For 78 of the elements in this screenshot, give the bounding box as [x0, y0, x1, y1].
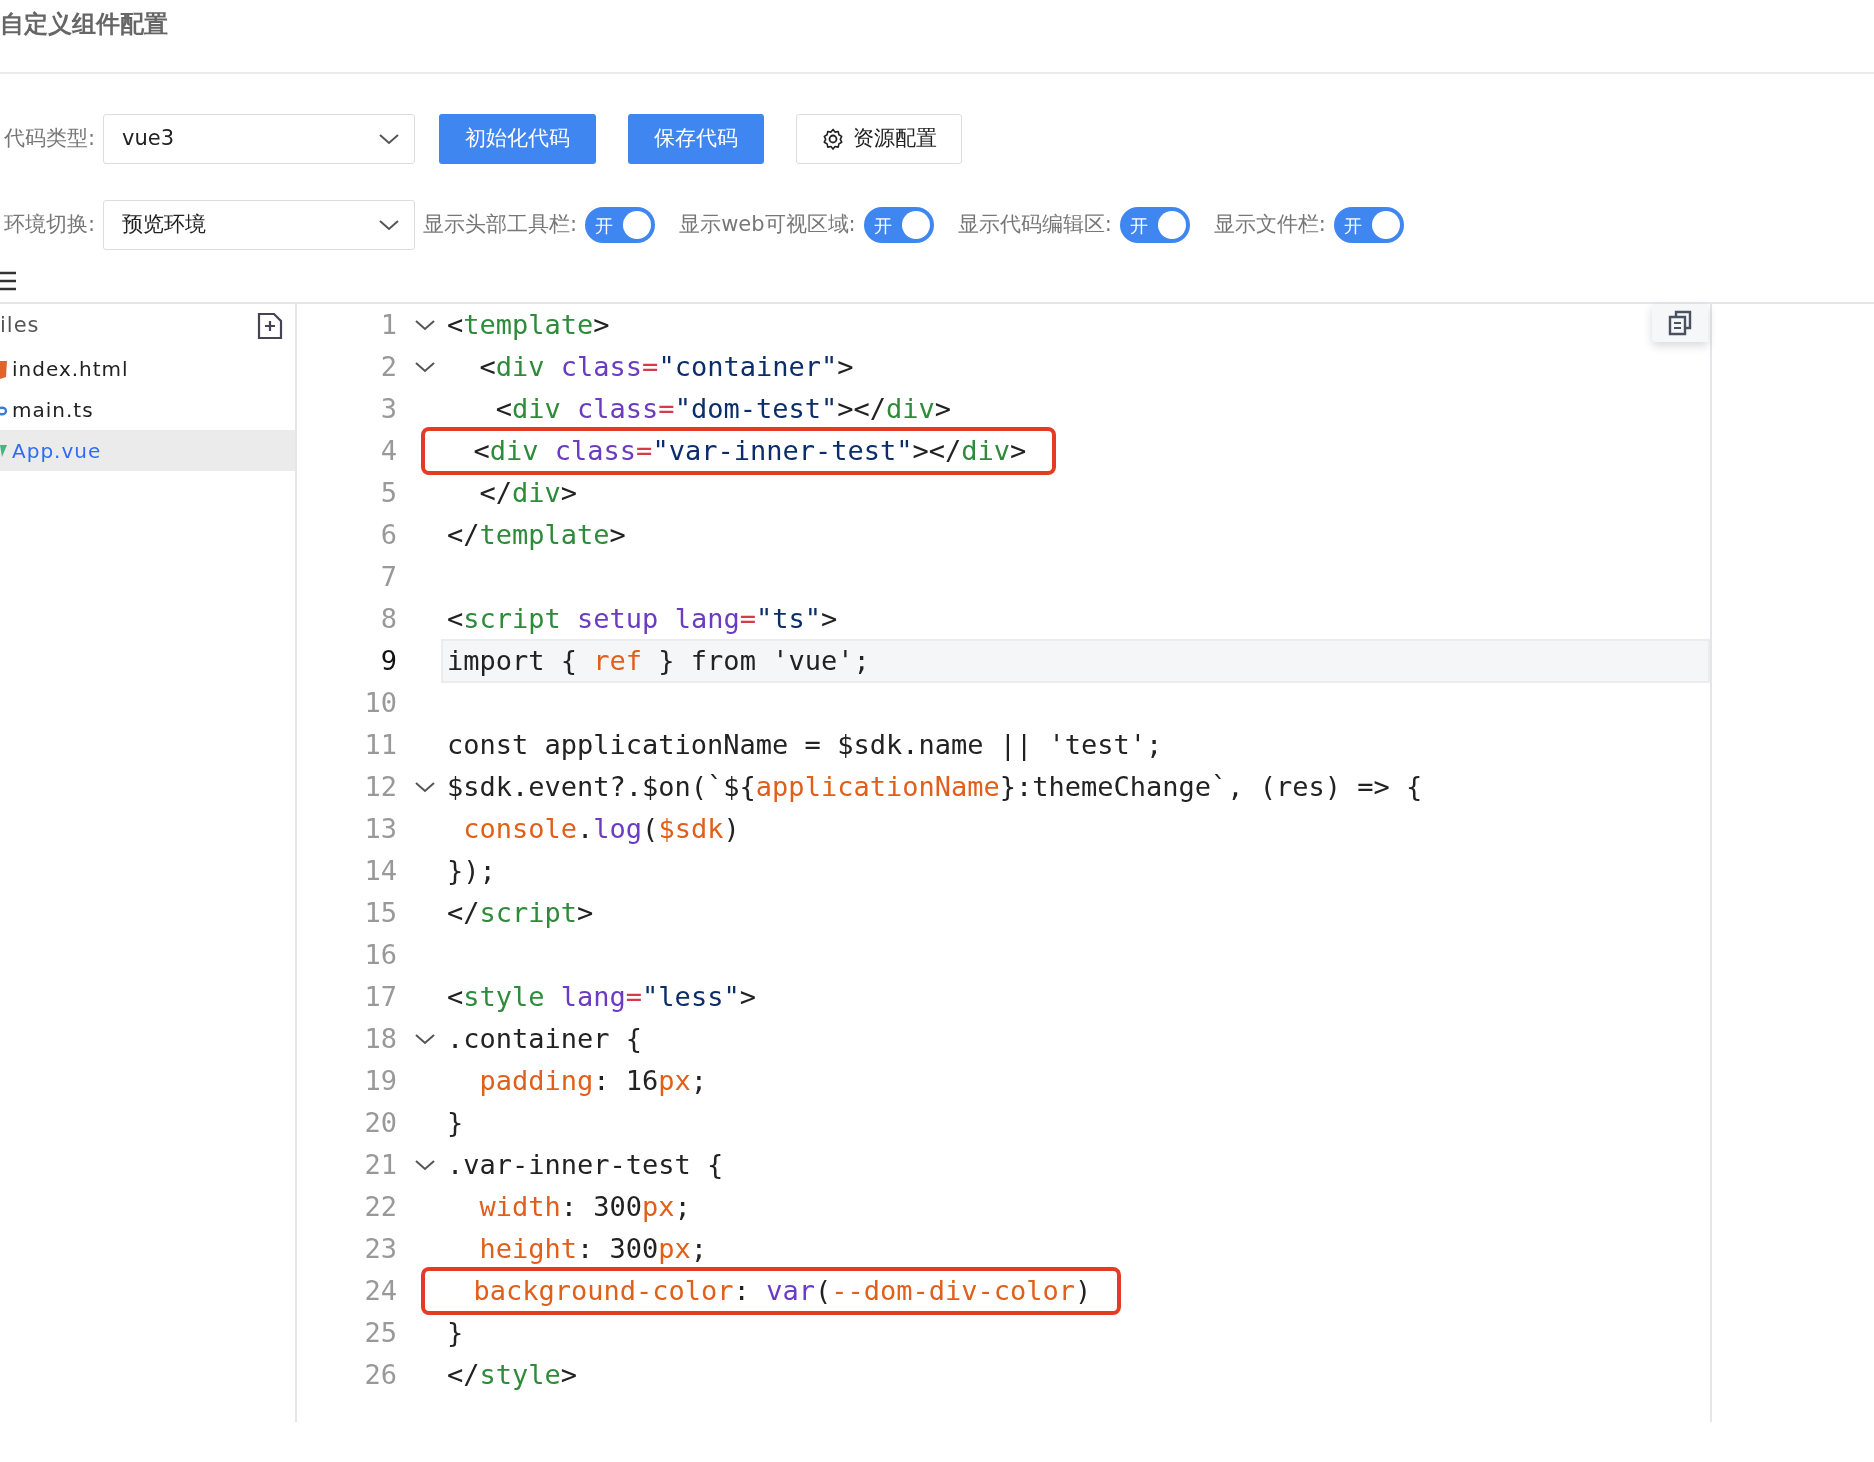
- line-number: 25: [363, 1315, 397, 1350]
- line-number: 12: [363, 769, 397, 804]
- line-number: 3: [379, 391, 397, 426]
- code-line: <div class="container">: [478, 349, 855, 384]
- fold-chevron-icon[interactable]: [414, 1032, 436, 1046]
- new-file-icon[interactable]: [257, 312, 283, 340]
- code-line: console.log($sdk): [462, 811, 741, 846]
- toggle-label: 显示文件栏:: [1213, 211, 1326, 239]
- code-line: height: 300px;: [478, 1231, 709, 1266]
- toggle-label: 显示代码编辑区:: [957, 211, 1112, 239]
- line-number: 6: [379, 517, 397, 552]
- code-line: <div class="dom-test"></div>: [494, 391, 952, 426]
- line-number: 2: [379, 349, 397, 384]
- line-number: 5: [379, 475, 397, 510]
- fold-chevron-icon[interactable]: [414, 318, 436, 332]
- settings-button[interactable]: 资源配置: [796, 114, 963, 164]
- code-line: </style>: [446, 1357, 579, 1392]
- file-icon: [0, 358, 8, 379]
- line-number: 4: [379, 433, 397, 468]
- code-type-select[interactable]: vue3: [103, 114, 416, 164]
- environment-label: 环境切换:: [3, 211, 96, 239]
- code-type-label: 代码类型:: [3, 125, 96, 153]
- line-number: 8: [379, 601, 397, 636]
- line-number: 23: [363, 1231, 397, 1266]
- line-number: 13: [363, 811, 397, 846]
- line-number: 10: [363, 685, 397, 720]
- page-title: 自定义组件配置: [0, 10, 168, 38]
- toggle-switch[interactable]: 开: [863, 207, 934, 243]
- code-line: <script setup lang="ts">: [446, 601, 839, 636]
- file-item[interactable]: App.vue: [0, 430, 295, 471]
- line-number: 9: [379, 643, 397, 678]
- line-number: 18: [363, 1021, 397, 1056]
- toggle-label: 显示web可视区域:: [679, 211, 856, 239]
- copy-button[interactable]: [1652, 304, 1708, 342]
- code-line: $sdk.event?.$on(`${applicationName}:themeChange`, (res) => {: [446, 769, 1424, 804]
- fold-chevron-icon[interactable]: [414, 1158, 436, 1172]
- line-number: 21: [363, 1147, 397, 1182]
- code-line: <style lang="less">: [446, 979, 757, 1014]
- code-line: }: [446, 1315, 465, 1350]
- line-number: 15: [363, 895, 397, 930]
- line-number: 19: [363, 1063, 397, 1098]
- file-item[interactable]: main.ts: [0, 389, 295, 430]
- code-line: .var-inner-test {: [446, 1147, 725, 1182]
- line-number: 22: [363, 1189, 397, 1224]
- toggle-label: 显示头部工具栏:: [423, 211, 578, 239]
- code-line: </template>: [446, 517, 627, 552]
- toggle-switch[interactable]: 开: [1119, 207, 1190, 243]
- chevron-down-icon: [378, 218, 401, 232]
- copy-icon: [1668, 310, 1692, 336]
- line-number: 1: [379, 307, 397, 342]
- files-header: iles: [0, 312, 40, 340]
- toggle-switch[interactable]: 开: [1333, 207, 1404, 243]
- code-line: .container {: [446, 1021, 644, 1056]
- code-line: });: [446, 853, 497, 888]
- code-line: }: [446, 1105, 465, 1140]
- code-line: const applicationName = $sdk.name || 'test';: [446, 727, 1164, 763]
- code-line: </div>: [478, 475, 579, 510]
- line-number: 16: [363, 937, 397, 972]
- file-item[interactable]: index.html: [0, 348, 295, 389]
- menu-icon[interactable]: [0, 270, 18, 291]
- fold-chevron-icon[interactable]: [414, 360, 436, 374]
- code-line: <template>: [446, 307, 611, 342]
- line-number: 20: [363, 1105, 397, 1140]
- line-number: 26: [363, 1357, 397, 1392]
- line-number: 7: [379, 559, 397, 594]
- chevron-down-icon: [378, 132, 401, 146]
- action-button[interactable]: 初始化代码: [439, 114, 597, 164]
- code-line: </script>: [446, 895, 595, 930]
- code-line: padding: 16px;: [478, 1063, 709, 1098]
- fold-chevron-icon[interactable]: [414, 780, 436, 794]
- line-number: 14: [363, 853, 397, 888]
- action-button[interactable]: 保存代码: [628, 114, 765, 164]
- environment-select[interactable]: 预览环境: [103, 200, 416, 250]
- line-number: 11: [363, 727, 397, 762]
- code-line: width: 300px;: [478, 1189, 692, 1224]
- toggle-switch[interactable]: 开: [585, 207, 656, 243]
- line-number: 17: [363, 979, 397, 1014]
- line-number: 24: [363, 1273, 397, 1308]
